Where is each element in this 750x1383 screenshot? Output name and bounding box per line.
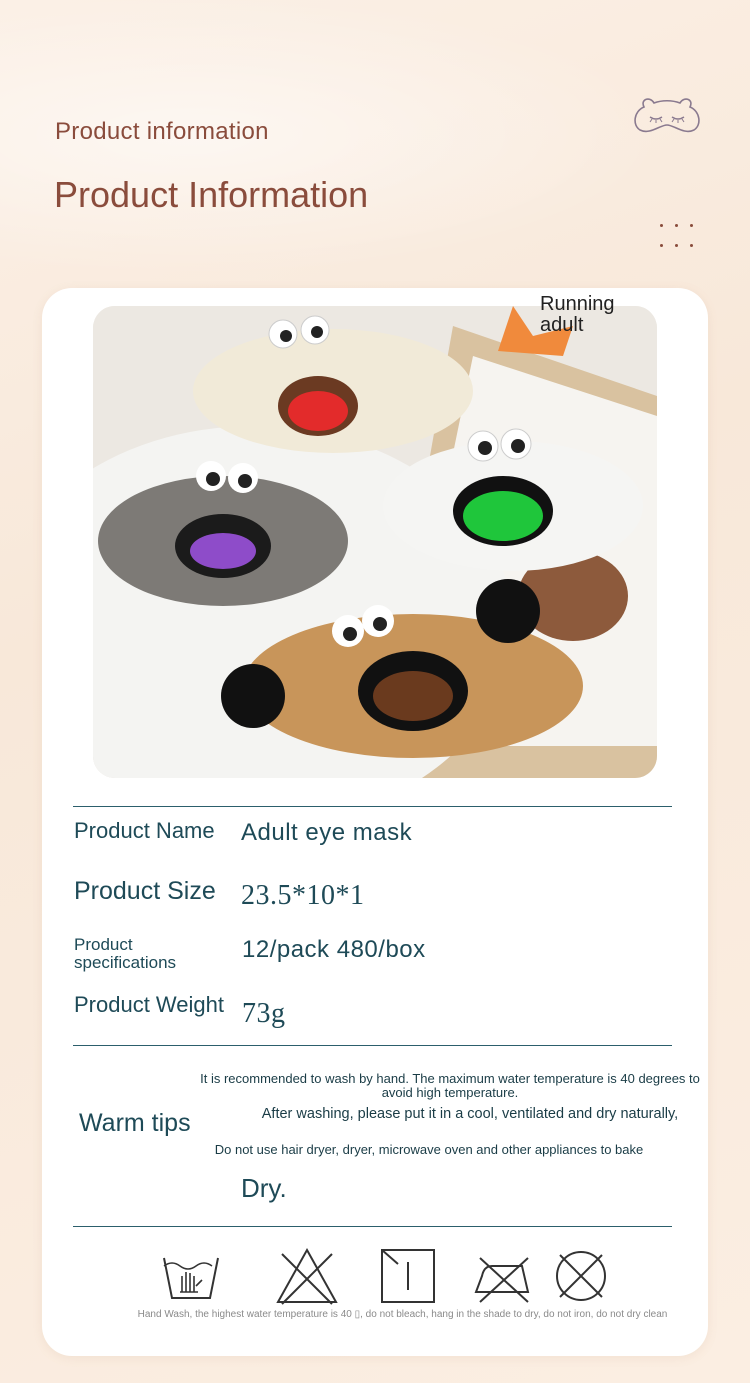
divider xyxy=(73,806,672,807)
warm-tip-line-4: Dry. xyxy=(241,1173,287,1203)
spec-label-weight: Product Weight xyxy=(74,992,225,1017)
sleep-mask-icon xyxy=(634,98,700,133)
divider xyxy=(73,1226,672,1227)
spec-label-specifications: Product specifications xyxy=(74,935,177,972)
warm-tip-line-3: Do not use hair dryer, dryer, microwave … xyxy=(214,1142,644,1157)
spec-value-weight: 73g xyxy=(242,998,286,1029)
spec-value-name: Adult eye mask xyxy=(241,819,413,846)
do-not-iron-icon xyxy=(474,1257,530,1303)
page-title: Product Information xyxy=(54,174,369,215)
warm-tip-line-1: It is recommended to wash by hand. The m… xyxy=(200,1071,700,1100)
do-not-bleach-icon xyxy=(276,1247,338,1305)
section-pre-title: Product information xyxy=(55,118,269,145)
care-instructions-note: Hand Wash, the highest water temperature… xyxy=(137,1309,668,1320)
spec-value-specifications: 12/pack 480/box xyxy=(242,936,426,963)
do-not-dry-clean-icon xyxy=(556,1251,606,1301)
warm-tip-line-2: After washing, please put it in a cool, … xyxy=(261,1106,679,1122)
background-glow xyxy=(0,0,750,300)
spec-value-size: 23.5*10*1 xyxy=(241,880,365,911)
warm-tips-label: Warm tips xyxy=(79,1109,191,1137)
spec-label-name: Product Name xyxy=(74,818,215,843)
product-photo xyxy=(93,306,657,778)
spec-label-size: Product Size xyxy=(74,877,216,905)
photo-caption: Running adult xyxy=(540,293,615,336)
line-dry-shade-icon xyxy=(381,1249,435,1303)
hand-wash-icon xyxy=(163,1257,219,1299)
decorative-dots xyxy=(660,224,700,250)
divider xyxy=(73,1045,672,1046)
